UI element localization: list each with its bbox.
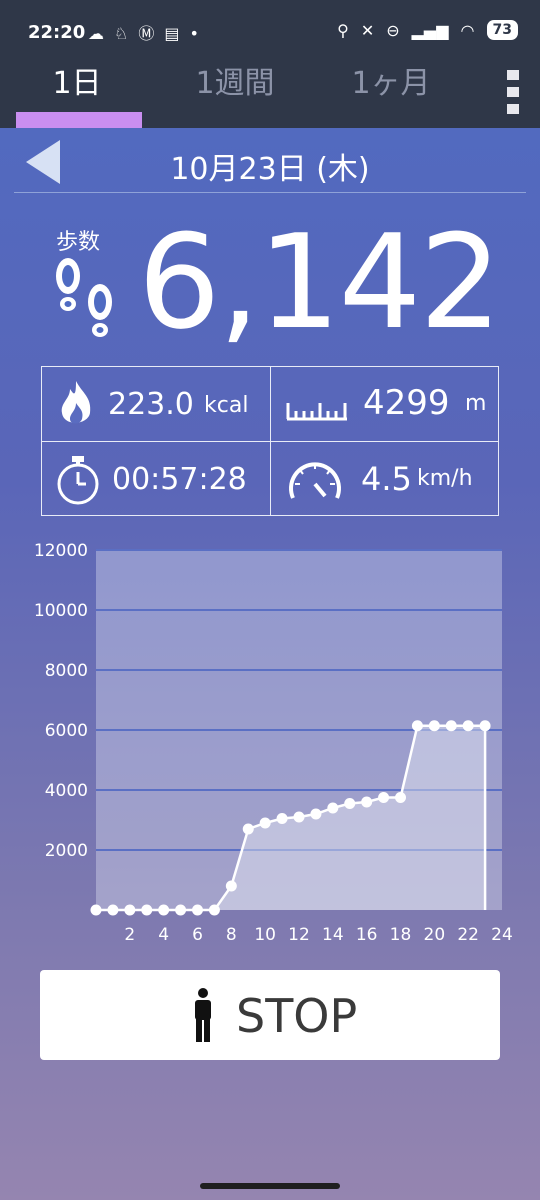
dot-icon: • — [189, 24, 209, 43]
speed-value: 4.5 — [361, 460, 412, 498]
person-icon — [195, 988, 211, 1042]
more-menu-icon[interactable] — [502, 70, 524, 114]
active-tab-indicator — [16, 112, 142, 128]
chart-data-point — [411, 720, 423, 732]
chart-y-tick-label: 8000 — [45, 661, 88, 681]
calories-value: 223.0 — [108, 387, 194, 422]
duration-cell: 00:57:28 — [42, 441, 270, 515]
news-icon: ▤ — [164, 24, 190, 43]
steps-chart-svg: 200040006000800010000120002 4 6 8 10 12 14 16 18… — [34, 541, 513, 945]
chart-data-point — [90, 904, 102, 916]
wifi-icon: ◠ — [460, 20, 475, 40]
flame-icon — [61, 381, 91, 424]
calories-unit: kcal — [204, 393, 249, 418]
stats-grid: 223.0 kcal 4299 m 00:57:28 4.5 km/h — [41, 366, 499, 516]
notification-icons: ☁♘Ⓜ▤• — [88, 20, 209, 44]
chart-x-tick-label: 10 — [254, 925, 276, 945]
chart-data-point — [107, 904, 119, 916]
chart-data-point — [141, 904, 153, 916]
chart-data-point — [462, 720, 474, 732]
chart-y-tick-label: 10000 — [34, 601, 88, 621]
distance-value: 4299 — [363, 383, 450, 423]
speed-cell: 4.5 km/h — [270, 441, 498, 515]
chart-data-point — [276, 813, 288, 824]
divider — [14, 192, 526, 193]
system-icons: ⚲ ✕ ⊖ ▂▄▆ ◠ 73 — [337, 20, 518, 40]
chart-data-point — [158, 904, 170, 916]
chart-data-point — [310, 808, 322, 820]
steps-label: 歩数 — [56, 230, 101, 255]
chart-data-point — [378, 792, 390, 803]
chart-data-point — [395, 792, 406, 803]
chart-y-tick-label: 2000 — [45, 841, 88, 861]
chart-x-tick-label: 6 — [192, 925, 203, 945]
ruler-icon — [286, 403, 347, 421]
chart-y-tick-label: 4000 — [45, 781, 88, 801]
speedometer-icon — [289, 462, 341, 499]
home-indicator — [200, 1183, 340, 1189]
chart-data-point — [259, 817, 271, 829]
chart-data-point — [479, 720, 491, 732]
chart-data-point — [242, 823, 254, 835]
chart-data-point — [445, 720, 457, 732]
date-label: 10月23日 (木) — [170, 152, 370, 187]
chart-x-tick-label: 20 — [424, 925, 446, 945]
chart-x-tick-label: 14 — [322, 925, 344, 945]
m-icon: Ⓜ — [138, 24, 165, 43]
chart-x-tick-label: 18 — [390, 925, 412, 945]
chart-data-point — [293, 811, 305, 823]
chart-data-point — [124, 904, 136, 916]
chart-data-point — [175, 904, 187, 916]
footprints-icon — [56, 258, 112, 337]
stop-button-label: STOP — [236, 989, 358, 1043]
chart-data-point — [208, 904, 220, 916]
stopwatch-icon — [57, 456, 99, 505]
status-bar: 22:20 ☁♘Ⓜ▤• ⚲ ✕ ⊖ ▂▄▆ ◠ 73 — [0, 0, 540, 62]
dnd-icon: ⊖ — [386, 20, 400, 40]
fox-icon: ♘ — [114, 24, 139, 43]
chart-x-tick-label: 22 — [457, 925, 479, 945]
date-header: 10月23日 (木) — [0, 134, 540, 190]
tab-week[interactable]: 1週間 — [160, 62, 310, 128]
chart-x-tick-label: 2 — [124, 925, 135, 945]
battery-indicator: 73 — [486, 20, 518, 40]
speed-unit: km/h — [417, 466, 473, 491]
status-time: 22:20 — [28, 22, 86, 43]
distance-cell: 4299 m — [270, 367, 498, 441]
chart-x-tick-label: 24 — [491, 925, 513, 945]
chart-data-point — [361, 796, 373, 808]
chart-x-tick-label: 16 — [356, 925, 378, 945]
chart-data-point — [327, 802, 339, 814]
chart-y-tick-label: 6000 — [45, 721, 88, 741]
location-icon: ⚲ — [337, 20, 349, 40]
chart-x-tick-label: 8 — [226, 925, 237, 945]
chart-data-point — [344, 798, 356, 809]
hourly-steps-chart: 2000 4000 6000 8000 10000 12000 2 4 6 8 10 12 14 16 18… — [0, 532, 540, 952]
calories-cell: 223.0 kcal — [42, 367, 270, 441]
chart-x-tick-label: 4 — [158, 925, 169, 945]
stop-button[interactable]: STOP — [40, 970, 500, 1060]
signal-icon: ▂▄▆ — [411, 20, 449, 40]
mute-icon: ✕ — [360, 20, 375, 40]
chart-x-tick-label: 12 — [288, 925, 310, 945]
tab-month[interactable]: 1ヶ月 — [316, 62, 466, 128]
duration-value: 00:57:28 — [112, 462, 247, 497]
steps-count: 6,142 — [137, 206, 502, 358]
chart-data-point — [225, 880, 237, 892]
chart-y-tick-label: 12000 — [34, 541, 88, 561]
distance-unit: m — [465, 391, 487, 416]
chart-data-point — [192, 904, 203, 916]
cloud-icon: ☁ — [88, 24, 114, 43]
chart-data-point — [428, 720, 440, 732]
